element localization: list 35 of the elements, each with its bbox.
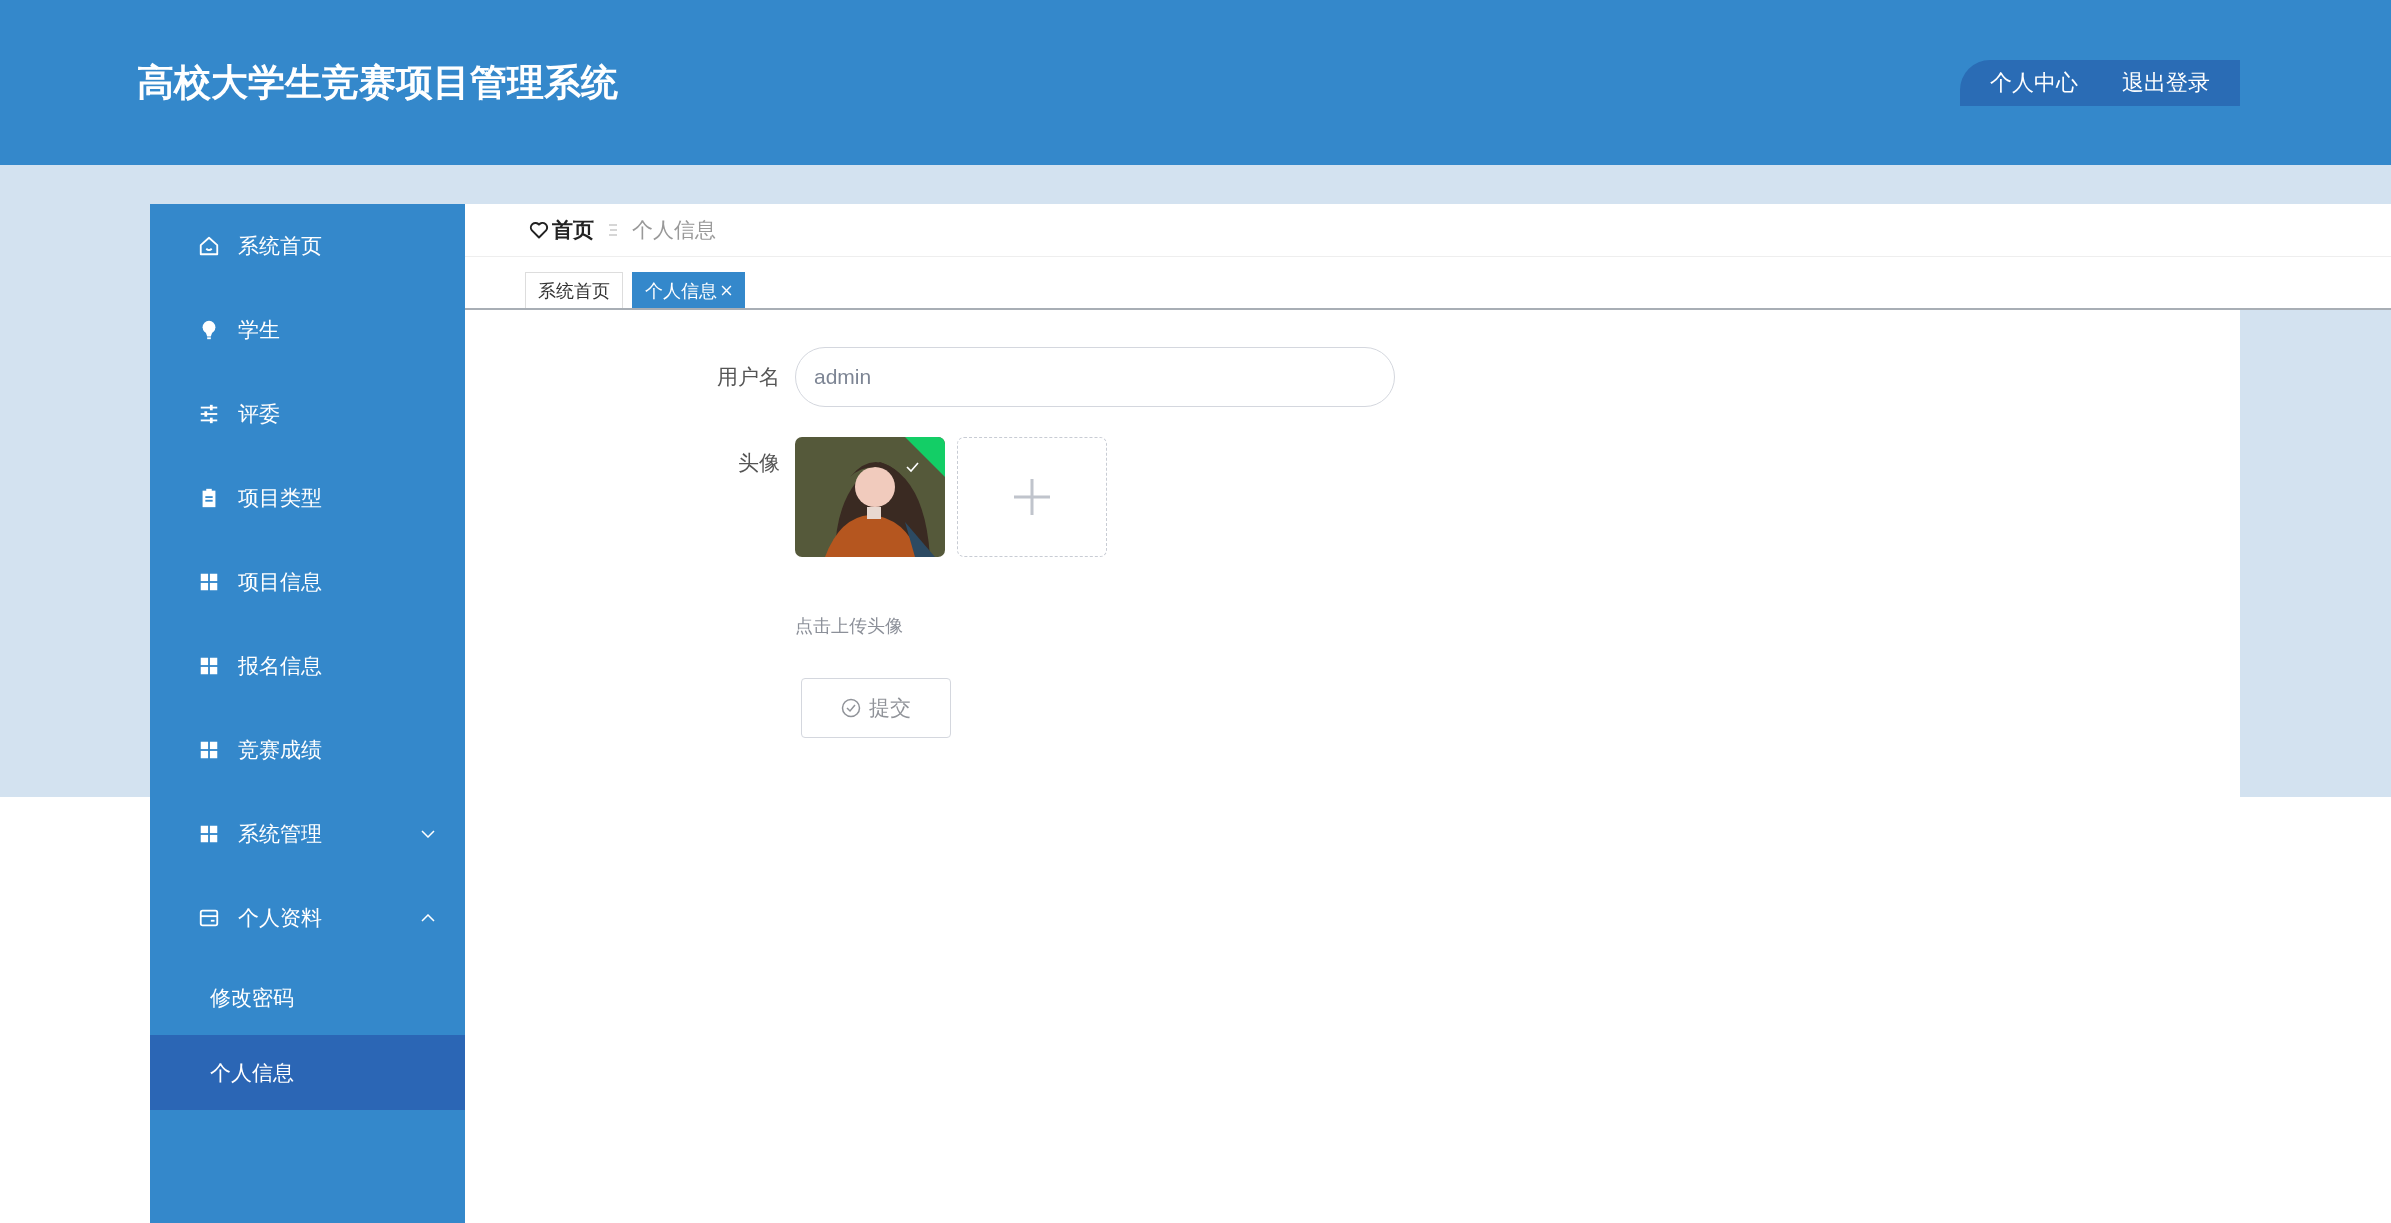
wallet-icon bbox=[198, 907, 220, 929]
check-circle-icon bbox=[841, 698, 861, 718]
grid-icon bbox=[198, 571, 220, 593]
sidebar-item[interactable]: 评委 bbox=[150, 372, 465, 456]
breadcrumb-link[interactable]: 个人信息 bbox=[632, 216, 716, 244]
page-tab[interactable]: 个人信息 bbox=[632, 272, 745, 308]
username-field[interactable]: admin bbox=[795, 347, 1395, 407]
separator-icon bbox=[608, 223, 618, 237]
sidebar-item[interactable]: 系统首页 bbox=[150, 204, 465, 288]
sidebar-item[interactable]: 项目信息 bbox=[150, 540, 465, 624]
sidebar-item[interactable]: 个人资料 bbox=[150, 876, 465, 960]
close-icon[interactable] bbox=[721, 285, 732, 296]
header-link[interactable]: 退出登录 bbox=[2122, 67, 2210, 98]
upload-hint: 点击上传头像 bbox=[795, 615, 903, 638]
page-tab[interactable]: 系统首页 bbox=[525, 272, 623, 308]
submit-button[interactable]: 提交 bbox=[801, 678, 951, 738]
grid-icon bbox=[198, 655, 220, 677]
breadcrumb-link[interactable]: 首页 bbox=[552, 216, 594, 244]
sidebar-subitem[interactable]: 修改密码 bbox=[150, 960, 465, 1035]
sidebar-item[interactable]: 系统管理 bbox=[150, 792, 465, 876]
grid-icon bbox=[198, 739, 220, 761]
plus-icon bbox=[1012, 477, 1052, 517]
sidebar-item[interactable]: 竞赛成绩 bbox=[150, 708, 465, 792]
sidebar-item[interactable]: 报名信息 bbox=[150, 624, 465, 708]
sidebar-subitem[interactable]: 个人信息 bbox=[150, 1035, 465, 1110]
sidebar-item[interactable]: 项目类型 bbox=[150, 456, 465, 540]
sliders-icon bbox=[198, 403, 220, 425]
heart-icon bbox=[529, 220, 549, 240]
header-link[interactable]: 个人中心 bbox=[1990, 67, 2078, 98]
home-icon bbox=[198, 235, 220, 257]
field-label: 头像 bbox=[737, 450, 781, 476]
sidebar-item[interactable]: 学生 bbox=[150, 288, 465, 372]
field-label: 用户名 bbox=[716, 364, 781, 390]
app-title: 高校大学生竞赛项目管理系统 bbox=[137, 60, 618, 105]
grid-icon bbox=[198, 823, 220, 845]
